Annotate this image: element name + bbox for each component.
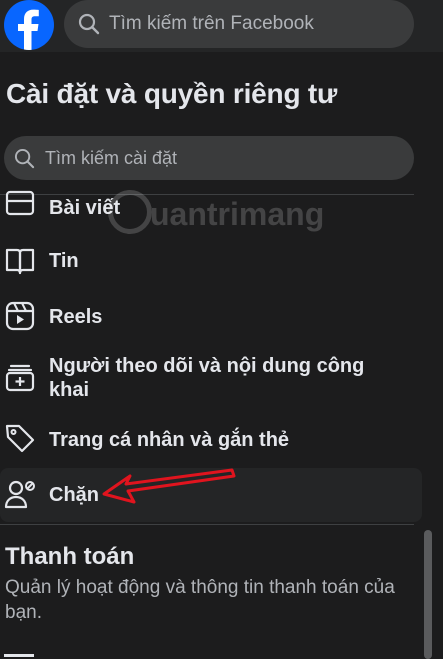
page-title: Cài đặt và quyền riêng tư [6, 78, 338, 109]
settings-item-reels[interactable]: Reels [0, 296, 422, 340]
divider [4, 654, 34, 657]
divider [0, 194, 414, 195]
facebook-search-placeholder: Tìm kiếm trên Facebook [109, 13, 314, 34]
facebook-logo-icon[interactable] [4, 0, 54, 50]
settings-search-placeholder: Tìm kiếm cài đặt [45, 148, 178, 168]
settings-item-followers[interactable]: Người theo dõi và nội dung công khai [0, 350, 422, 406]
settings-item-label: Tin [49, 250, 79, 272]
settings-search-input[interactable]: Tìm kiếm cài đặt [4, 136, 414, 180]
settings-item-label: Chặn [49, 484, 99, 506]
settings-item-stories[interactable]: Tin [0, 240, 422, 284]
tag-icon [5, 424, 35, 453]
watermark-logo-icon [108, 190, 152, 234]
section-title: Thanh toán [5, 543, 135, 570]
settings-item-profile-tagging[interactable]: Trang cá nhân và gắn thẻ [0, 418, 422, 462]
search-icon [14, 148, 35, 169]
scrollbar[interactable] [424, 530, 432, 659]
annotation-arrow-icon [102, 468, 236, 504]
add-box-icon [5, 364, 35, 392]
top-bar: Tìm kiếm trên Facebook [0, 0, 443, 52]
book-icon [5, 248, 35, 275]
reels-icon [5, 301, 35, 331]
post-icon [5, 190, 35, 216]
block-user-icon [4, 480, 35, 509]
facebook-search-bar[interactable]: Tìm kiếm trên Facebook [64, 0, 414, 48]
settings-item-label: Người theo dõi và nội dung công khai [49, 355, 365, 401]
settings-item-label: Trang cá nhân và gắn thẻ [49, 429, 290, 451]
section-description: Quản lý hoạt động và thông tin thanh toá… [5, 577, 395, 623]
settings-item-label: Reels [49, 306, 103, 328]
search-icon [78, 13, 100, 35]
divider [0, 524, 414, 525]
watermark: uantrimang [150, 196, 325, 232]
